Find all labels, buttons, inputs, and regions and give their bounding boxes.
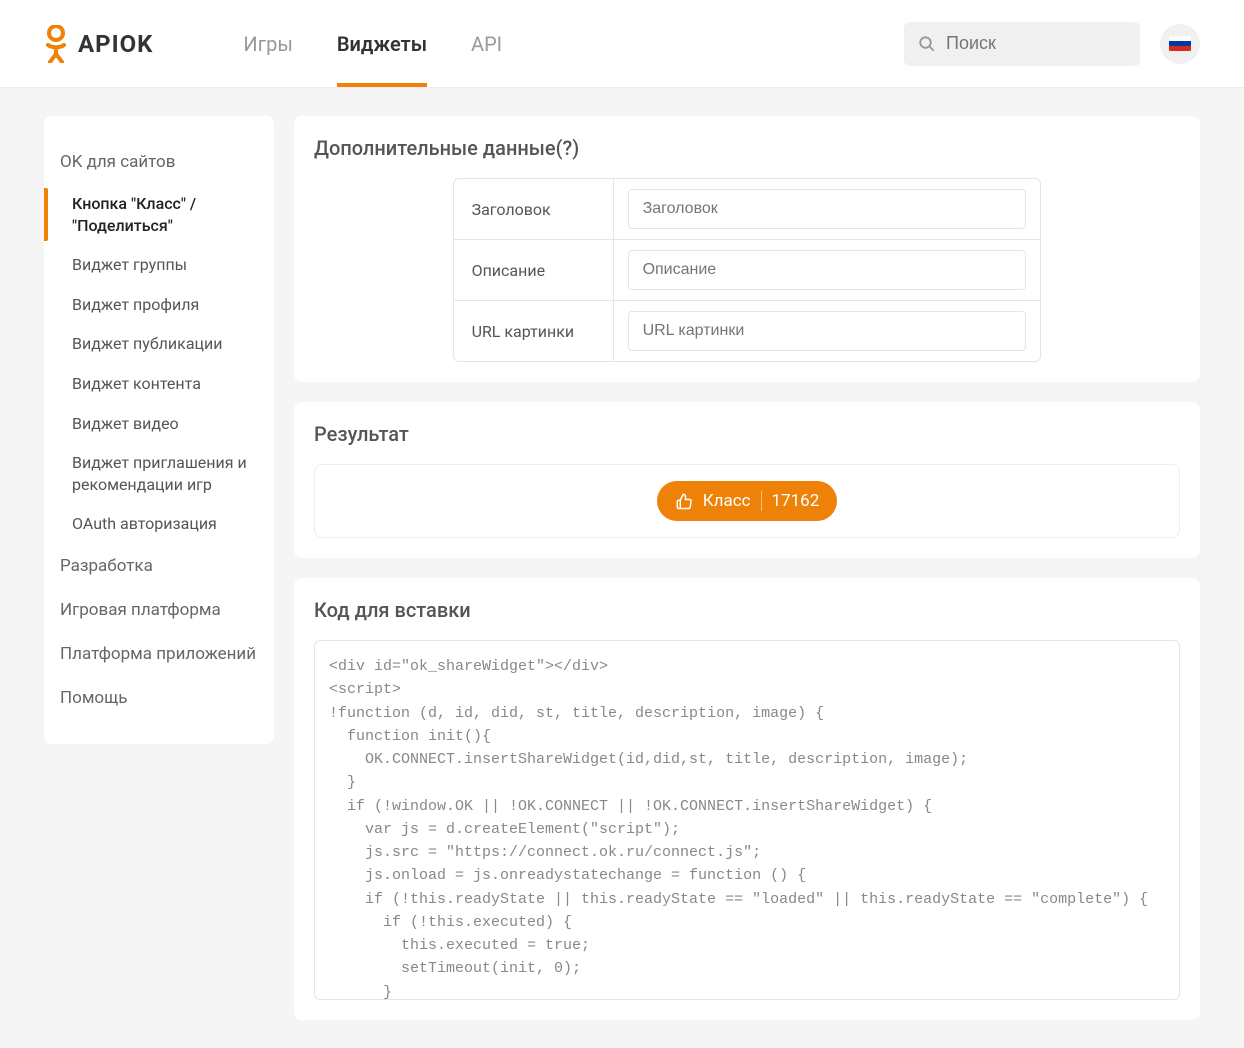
header: APIOK Игры Виджеты API xyxy=(0,0,1244,88)
form-row-description: Описание xyxy=(454,240,1041,301)
form-row-title: Заголовок xyxy=(454,179,1041,240)
sidebar-section-dev[interactable]: Разработка xyxy=(44,544,274,588)
logo[interactable]: APIOK xyxy=(44,25,153,63)
panel-title-embed: Код для вставки xyxy=(314,598,1180,622)
form-row-image-url: URL картинки xyxy=(454,301,1041,361)
sidebar-item-klass-button[interactable]: Кнопка "Класс" / "Поделиться" xyxy=(44,184,274,245)
sidebar-item-video-widget[interactable]: Виджет видео xyxy=(44,404,274,444)
embed-code-textarea[interactable]: <div id="ok_shareWidget"></div> <script>… xyxy=(314,640,1180,1000)
sidebar: OK для сайтов Кнопка "Класс" / "Поделить… xyxy=(44,116,274,744)
nav-widgets[interactable]: Виджеты xyxy=(337,0,427,87)
header-right xyxy=(904,22,1200,66)
label-image-url: URL картинки xyxy=(454,301,614,361)
logo-text: APIOK xyxy=(78,30,153,58)
sidebar-section-app[interactable]: Платформа приложений xyxy=(44,632,274,676)
input-description[interactable] xyxy=(628,250,1027,290)
klass-count: 17162 xyxy=(772,491,820,511)
divider xyxy=(761,491,762,511)
panel-result: Результат Класс 17162 xyxy=(294,402,1200,558)
panel-title-result: Результат xyxy=(314,422,1180,446)
main-nav: Игры Виджеты API xyxy=(243,0,502,87)
nav-games[interactable]: Игры xyxy=(243,0,292,87)
label-title: Заголовок xyxy=(454,179,614,239)
panel-title-additional: Дополнительные данные(?) xyxy=(314,136,1180,160)
thumbs-up-icon xyxy=(675,492,693,510)
sidebar-item-content-widget[interactable]: Виджет контента xyxy=(44,364,274,404)
sidebar-section-game[interactable]: Игровая платформа xyxy=(44,588,274,632)
nav-api[interactable]: API xyxy=(471,0,502,87)
sidebar-item-group-widget[interactable]: Виджет группы xyxy=(44,245,274,285)
sidebar-item-profile-widget[interactable]: Виджет профиля xyxy=(44,285,274,325)
klass-button[interactable]: Класс 17162 xyxy=(657,481,838,521)
content-area: Дополнительные данные(?) Заголовок Описа… xyxy=(294,116,1200,1020)
search-icon xyxy=(918,35,936,53)
input-image-url[interactable] xyxy=(628,311,1027,351)
cell-title xyxy=(614,179,1041,239)
cell-image-url xyxy=(614,301,1041,361)
sidebar-item-publication-widget[interactable]: Виджет публикации xyxy=(44,324,274,364)
sidebar-section-ok[interactable]: OK для сайтов xyxy=(44,140,274,184)
form-table: Заголовок Описание URL картинки xyxy=(453,178,1042,362)
search-input[interactable] xyxy=(946,33,1126,54)
panel-additional-data: Дополнительные данные(?) Заголовок Описа… xyxy=(294,116,1200,382)
sidebar-item-invite-widget[interactable]: Виджет приглашения и рекомендации игр xyxy=(44,443,274,504)
klass-label: Класс xyxy=(703,491,751,511)
result-preview: Класс 17162 xyxy=(314,464,1180,538)
label-description: Описание xyxy=(454,240,614,300)
input-title[interactable] xyxy=(628,189,1027,229)
main-content: OK для сайтов Кнопка "Класс" / "Поделить… xyxy=(0,88,1244,1048)
cell-description xyxy=(614,240,1041,300)
flag-russia-icon xyxy=(1169,36,1191,51)
sidebar-section-help[interactable]: Помощь xyxy=(44,676,274,720)
ok-logo-icon xyxy=(44,25,68,63)
panel-embed-code: Код для вставки <div id="ok_shareWidget"… xyxy=(294,578,1200,1020)
sidebar-item-oauth[interactable]: OAuth авторизация xyxy=(44,504,274,544)
search-box[interactable] xyxy=(904,22,1140,66)
language-selector[interactable] xyxy=(1160,24,1200,64)
